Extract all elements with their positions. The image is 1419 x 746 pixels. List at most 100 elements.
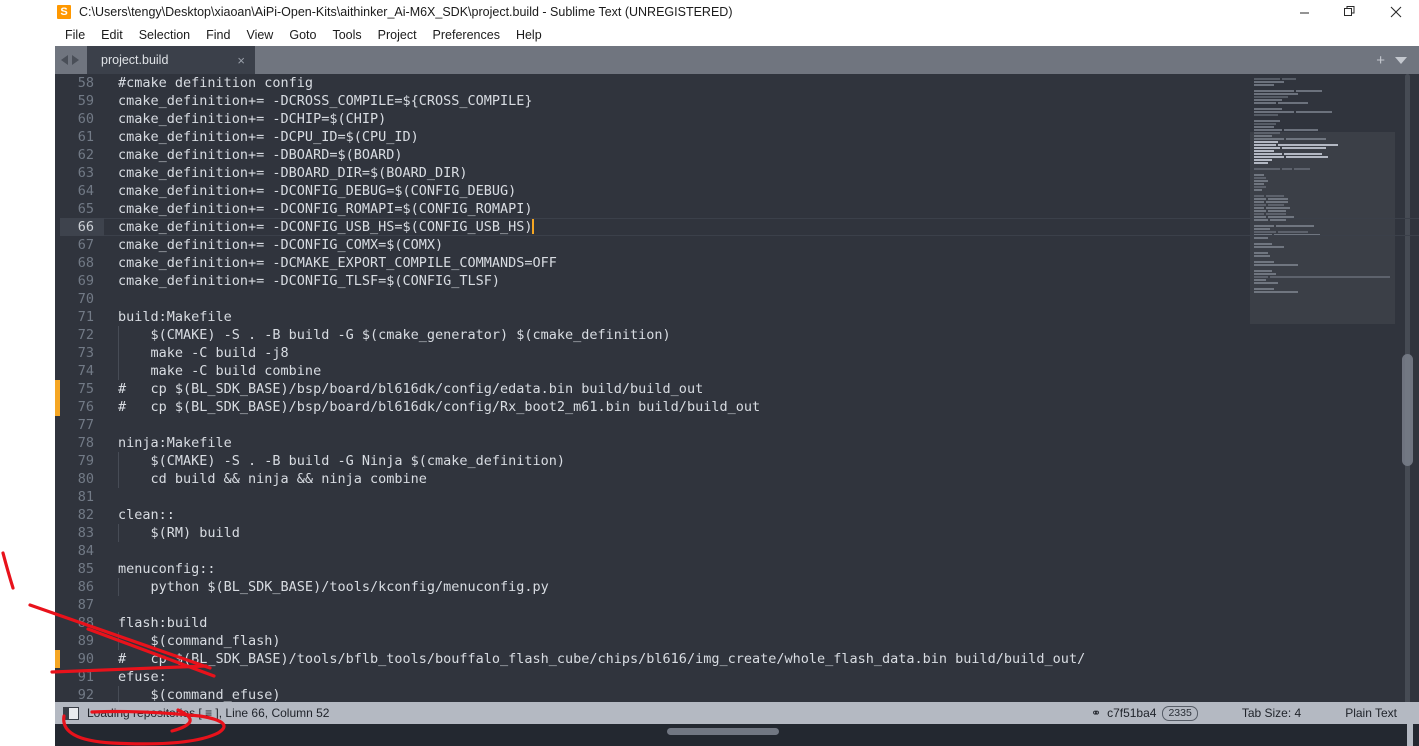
code-lines[interactable]: 58 #cmake definition config 59 cmake_defini… xyxy=(60,74,1250,724)
menu-item-find[interactable]: Find xyxy=(198,26,238,44)
code-line[interactable]: 63 cmake_definition+= -DBOARD_DIR=$(BOARD… xyxy=(60,164,1250,182)
scrollbar-thumb[interactable] xyxy=(1402,354,1413,466)
code-text[interactable]: cd build && ninja && ninja combine xyxy=(104,470,427,488)
code-text[interactable]: cmake_definition+= -DCONFIG_DEBUG=$(CONF… xyxy=(104,182,516,200)
code-line[interactable]: 59 cmake_definition+= -DCROSS_COMPILE=${C… xyxy=(60,92,1250,110)
code-line[interactable]: 90 # cp $(BL_SDK_BASE)/tools/bflb_tools/b… xyxy=(60,650,1250,668)
code-line[interactable]: 74 make -C build combine xyxy=(60,362,1250,380)
code-line[interactable]: 81 xyxy=(60,488,1250,506)
code-line[interactable]: 66 cmake_definition+= -DCONFIG_USB_HS=$(C… xyxy=(60,218,1250,236)
syntax-status[interactable]: Plain Text xyxy=(1323,706,1419,720)
new-tab-icon[interactable]: + xyxy=(1376,53,1385,68)
code-text[interactable] xyxy=(104,290,118,308)
code-line[interactable]: 87 xyxy=(60,596,1250,614)
code-line[interactable]: 61 cmake_definition+= -DCPU_ID=$(CPU_ID) xyxy=(60,128,1250,146)
code-line[interactable]: 60 cmake_definition+= -DCHIP=$(CHIP) xyxy=(60,110,1250,128)
code-line[interactable]: 67 cmake_definition+= -DCONFIG_COMX=$(COM… xyxy=(60,236,1250,254)
code-text[interactable]: flash:build xyxy=(104,614,207,632)
code-line[interactable]: 89 $(command_flash) xyxy=(60,632,1250,650)
code-text[interactable]: cmake_definition+= -DCPU_ID=$(CPU_ID) xyxy=(104,128,419,146)
code-line[interactable]: 69 cmake_definition+= -DCONFIG_TLSF=$(CON… xyxy=(60,272,1250,290)
scrollbar-thumb-horizontal[interactable] xyxy=(667,728,779,735)
code-text[interactable]: menuconfig:: xyxy=(104,560,216,578)
code-line[interactable]: 88 flash:build xyxy=(60,614,1250,632)
code-line[interactable]: 70 xyxy=(60,290,1250,308)
close-icon[interactable]: × xyxy=(237,54,245,67)
code-line[interactable]: 65 cmake_definition+= -DCONFIG_ROMAPI=$(C… xyxy=(60,200,1250,218)
code-line[interactable]: 72 $(CMAKE) -S . -B build -G $(cmake_gen… xyxy=(60,326,1250,344)
code-text[interactable]: $(command_flash) xyxy=(104,632,281,650)
menu-item-tools[interactable]: Tools xyxy=(324,26,369,44)
code-line[interactable]: 68 cmake_definition+= -DCMAKE_EXPORT_COMP… xyxy=(60,254,1250,272)
code-line[interactable]: 62 cmake_definition+= -DBOARD=$(BOARD) xyxy=(60,146,1250,164)
code-text[interactable]: # cp $(BL_SDK_BASE)/bsp/board/bl616dk/co… xyxy=(104,380,703,398)
code-text[interactable]: cmake_definition+= -DCONFIG_ROMAPI=$(CON… xyxy=(104,200,533,218)
code-line[interactable]: 71 build:Makefile xyxy=(60,308,1250,326)
restore-icon[interactable] xyxy=(1327,0,1373,24)
code-text[interactable]: ninja:Makefile xyxy=(104,434,232,452)
code-text[interactable] xyxy=(104,416,118,434)
git-branch-status[interactable]: ⚭ c7f51ba4 2335 xyxy=(1069,705,1220,721)
code-editor[interactable]: 58 #cmake definition config 59 cmake_defini… xyxy=(55,74,1419,724)
minimap-segment xyxy=(1254,81,1284,83)
code-text[interactable]: #cmake definition config xyxy=(104,74,313,92)
code-line[interactable]: 73 make -C build -j8 xyxy=(60,344,1250,362)
menu-item-edit[interactable]: Edit xyxy=(93,26,131,44)
menu-item-selection[interactable]: Selection xyxy=(131,26,198,44)
code-text[interactable]: # cp $(BL_SDK_BASE)/tools/bflb_tools/bou… xyxy=(104,650,1085,668)
code-text[interactable]: cmake_definition+= -DCONFIG_COMX=$(COMX) xyxy=(104,236,443,254)
code-text[interactable] xyxy=(104,596,118,614)
code-text[interactable]: cmake_definition+= -DCROSS_COMPILE=${CRO… xyxy=(104,92,533,110)
code-line[interactable]: 64 cmake_definition+= -DCONFIG_DEBUG=$(CO… xyxy=(60,182,1250,200)
code-line[interactable]: 58 #cmake definition config xyxy=(60,74,1250,92)
code-line[interactable]: 75 # cp $(BL_SDK_BASE)/bsp/board/bl616dk/… xyxy=(60,380,1250,398)
menu-item-preferences[interactable]: Preferences xyxy=(425,26,508,44)
code-text[interactable]: make -C build combine xyxy=(104,362,321,380)
sidebar-toggle-icon[interactable] xyxy=(63,706,79,720)
code-text[interactable]: $(CMAKE) -S . -B build -G $(cmake_genera… xyxy=(104,326,671,344)
menu-item-project[interactable]: Project xyxy=(370,26,425,44)
code-line[interactable]: 79 $(CMAKE) -S . -B build -G Ninja $(cma… xyxy=(60,452,1250,470)
vertical-scrollbar[interactable] xyxy=(1402,74,1413,724)
chevron-down-icon[interactable] xyxy=(1395,56,1407,64)
code-text[interactable]: $(CMAKE) -S . -B build -G Ninja $(cmake_… xyxy=(104,452,565,470)
code-line[interactable]: 91 efuse: xyxy=(60,668,1250,686)
code-text[interactable]: make -C build -j8 xyxy=(104,344,289,362)
code-text[interactable]: efuse: xyxy=(104,668,167,686)
code-text[interactable]: cmake_definition+= -DCONFIG_TLSF=$(CONFI… xyxy=(104,272,500,290)
code-line[interactable]: 76 # cp $(BL_SDK_BASE)/bsp/board/bl616dk/… xyxy=(60,398,1250,416)
minimize-icon[interactable] xyxy=(1281,0,1327,24)
code-text[interactable]: clean:: xyxy=(104,506,175,524)
code-line[interactable]: 82 clean:: xyxy=(60,506,1250,524)
code-line[interactable]: 84 xyxy=(60,542,1250,560)
code-line[interactable]: 78 ninja:Makefile xyxy=(60,434,1250,452)
code-line[interactable]: 80 cd build && ninja && ninja combine xyxy=(60,470,1250,488)
code-text[interactable]: cmake_definition+= -DBOARD=$(BOARD) xyxy=(104,146,402,164)
code-line[interactable]: 83 $(RM) build xyxy=(60,524,1250,542)
menu-item-goto[interactable]: Goto xyxy=(281,26,324,44)
close-icon[interactable] xyxy=(1373,0,1419,24)
minimap[interactable] xyxy=(1250,74,1395,724)
code-line[interactable]: 85 menuconfig:: xyxy=(60,560,1250,578)
code-text[interactable]: build:Makefile xyxy=(104,308,232,326)
code-text[interactable]: cmake_definition+= -DBOARD_DIR=$(BOARD_D… xyxy=(104,164,468,182)
minimap-segment xyxy=(1266,201,1288,203)
code-text[interactable]: # cp $(BL_SDK_BASE)/bsp/board/bl616dk/co… xyxy=(104,398,760,416)
menu-item-file[interactable]: File xyxy=(57,26,93,44)
code-line[interactable]: 77 xyxy=(60,416,1250,434)
menu-item-view[interactable]: View xyxy=(238,26,281,44)
horizontal-scrollbar[interactable] xyxy=(55,724,1419,746)
arrow-left-icon[interactable] xyxy=(61,55,68,65)
code-text[interactable]: cmake_definition+= -DCONFIG_USB_HS=$(CON… xyxy=(104,218,534,236)
code-text[interactable] xyxy=(104,488,118,506)
tab-project-build[interactable]: project.build × xyxy=(87,46,255,74)
code-text[interactable]: $(RM) build xyxy=(104,524,240,542)
code-text[interactable]: cmake_definition+= -DCHIP=$(CHIP) xyxy=(104,110,386,128)
tab-size-status[interactable]: Tab Size: 4 xyxy=(1220,706,1323,720)
code-text[interactable]: python $(BL_SDK_BASE)/tools/kconfig/menu… xyxy=(104,578,549,596)
menu-item-help[interactable]: Help xyxy=(508,26,550,44)
code-line[interactable]: 86 python $(BL_SDK_BASE)/tools/kconfig/m… xyxy=(60,578,1250,596)
code-text[interactable]: cmake_definition+= -DCMAKE_EXPORT_COMPIL… xyxy=(104,254,557,272)
code-text[interactable] xyxy=(104,542,118,560)
arrow-right-icon[interactable] xyxy=(72,55,79,65)
